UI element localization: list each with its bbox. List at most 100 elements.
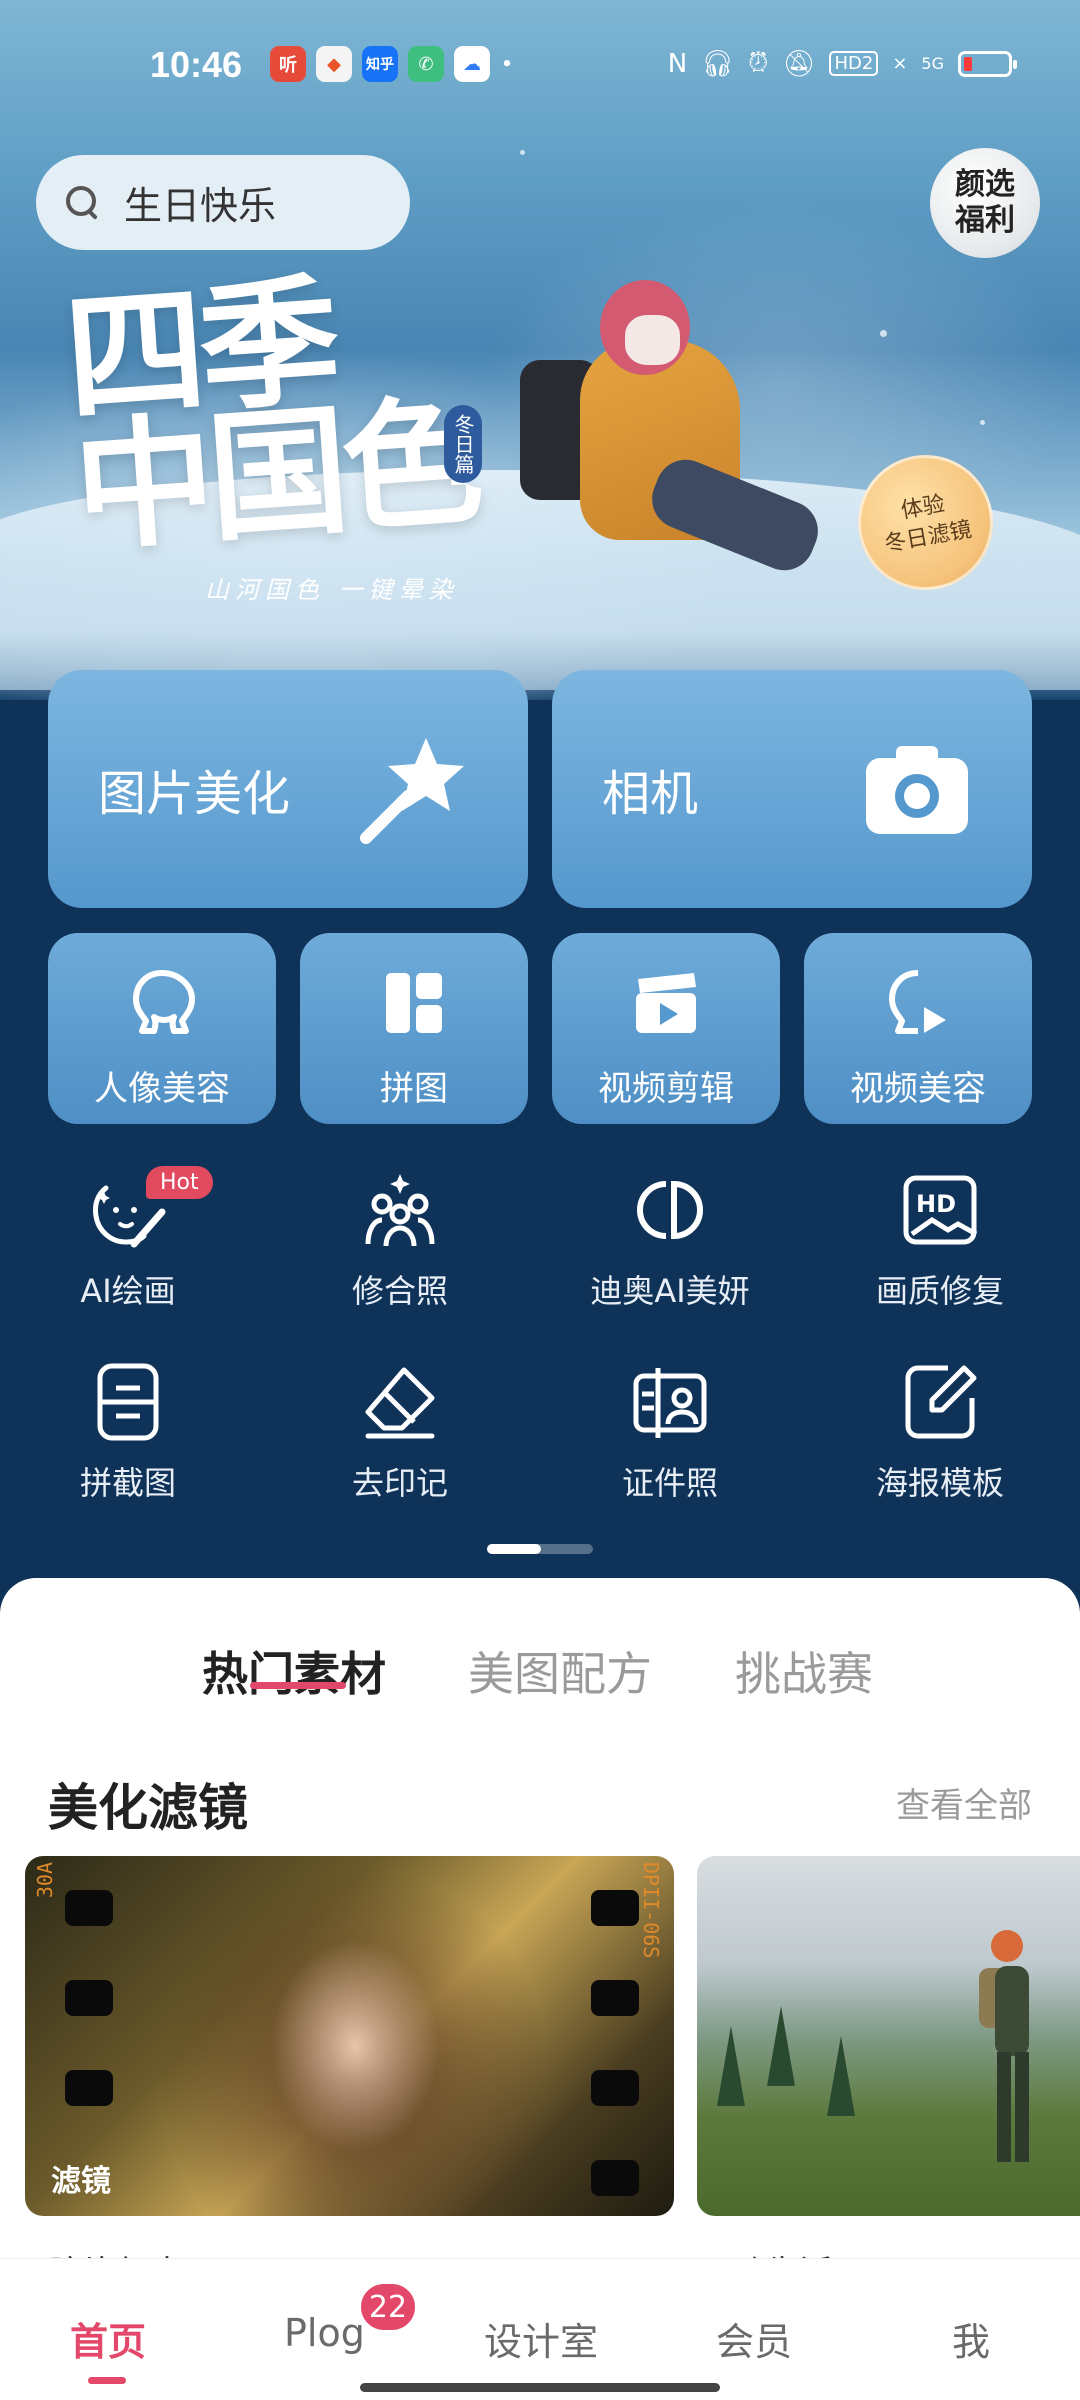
filter-card-film[interactable]: 30A DPII-06S 滤镜: [25, 1856, 674, 2216]
film-hole: [591, 2070, 639, 2106]
tool-ai-paint[interactable]: AI绘画 Hot: [18, 1166, 238, 1312]
film-hole: [591, 1980, 639, 2016]
status-bar: 10:46 听 ◆ 知乎 ✆ ☁ • N 🎧︎ ⏰︎ 🔕︎ HD2 × 5G: [0, 40, 1080, 96]
tool-label: 海报模板: [875, 1464, 1004, 1502]
camera-icon: [862, 734, 972, 844]
game-app-icon: ◆: [316, 46, 352, 82]
tile-label: 视频美容: [850, 1069, 986, 1109]
tile-label: 图片美化: [98, 766, 291, 822]
dot-icon: •: [501, 53, 513, 75]
nav-me[interactable]: 我: [952, 2311, 990, 2366]
snowflake: [980, 420, 985, 425]
signal-off-icon: ×: [892, 53, 908, 74]
id-photo-icon: [633, 1368, 707, 1438]
phone-app-icon: ✆: [408, 46, 444, 82]
group-photo-icon: [365, 1174, 435, 1247]
tab-challenges[interactable]: 挑战赛: [735, 1638, 873, 1704]
video-beauty-button[interactable]: 视频美容: [804, 933, 1032, 1124]
view-all-link[interactable]: 查看全部: [896, 1778, 1032, 1827]
tool-poster-template[interactable]: 海报模板: [830, 1360, 1050, 1504]
tree-shape: [717, 2026, 745, 2106]
tool-remove-mark[interactable]: 去印记: [290, 1360, 510, 1504]
magic-wand-icon: [358, 734, 468, 844]
search-bar[interactable]: 生日快乐: [36, 155, 410, 250]
tool-label: 证件照: [621, 1464, 718, 1502]
hero-banner[interactable]: 四季 中国色 冬日篇 山河国色 一键晕染 体验 冬日滤镜: [0, 0, 1080, 700]
svg-text:HD: HD: [916, 1190, 956, 1218]
portrait-icon: [133, 970, 195, 1034]
tool-dior-beauty[interactable]: 迪奥AI美妍: [560, 1168, 780, 1312]
dior-cd-icon: [637, 1180, 703, 1240]
eraser-icon: [365, 1367, 435, 1439]
hero-title: 四季 中国色: [60, 259, 482, 572]
poster-edit-icon: [905, 1365, 977, 1439]
tile-label: 人像美容: [94, 1069, 230, 1109]
nav-home[interactable]: 首页: [70, 2311, 146, 2366]
tile-label: 视频剪辑: [598, 1069, 734, 1109]
video-clap-icon: [636, 973, 696, 1033]
tree-shape: [827, 2036, 855, 2116]
snowflake: [520, 150, 525, 155]
hd-voice-icon: HD2: [829, 51, 879, 76]
mute-bell-icon: 🔕︎: [782, 48, 816, 79]
network-5g-icon: 5G: [921, 54, 944, 73]
filter-card-outdoor[interactable]: [697, 1856, 1080, 2216]
alarm-icon: ⏰︎: [748, 48, 769, 78]
content-tabs: 热门素材 美图配方 挑战赛: [0, 1638, 1080, 1718]
tool-label: 拼截图: [79, 1464, 176, 1502]
collage-icon: [386, 973, 442, 1033]
tool-id-photo[interactable]: 证件照: [560, 1360, 780, 1504]
tool-screenshot-stitch[interactable]: 拼截图: [18, 1360, 238, 1504]
tool-label: 修合照: [351, 1272, 448, 1310]
bottom-nav: 首页 Plog 22 设计室 会员 我: [0, 2258, 1080, 2400]
zhihu-app-icon: 知乎: [362, 46, 398, 82]
collage-button[interactable]: 拼图: [300, 933, 528, 1124]
hero-subtitle: 山河国色 一键晕染: [205, 576, 459, 604]
tool-label: AI绘画: [80, 1272, 176, 1310]
hd-repair-icon: HD: [903, 1175, 978, 1245]
tile-label: 相机: [602, 766, 699, 822]
tab-photo-recipes[interactable]: 美图配方: [468, 1638, 652, 1704]
nav-design-studio[interactable]: 设计室: [484, 2311, 598, 2366]
film-edge-text: DPII-06S: [639, 1862, 663, 1959]
tile-label: 拼图: [380, 1069, 448, 1109]
headphones-icon: 🎧︎: [701, 48, 735, 79]
nav-active-indicator: [88, 2377, 126, 2384]
nfc-icon: N: [667, 48, 688, 79]
video-edit-button[interactable]: 视频剪辑: [552, 933, 780, 1124]
film-hole: [591, 1890, 639, 1926]
page-indicator: [487, 1544, 593, 1554]
film-hole: [65, 1890, 113, 1926]
tool-label: 去印记: [351, 1464, 448, 1502]
battery-icon: [958, 50, 1017, 77]
portrait-beauty-button[interactable]: 人像美容: [48, 933, 276, 1124]
promo-badge[interactable]: 颜选 福利: [930, 148, 1040, 258]
nav-plog[interactable]: Plog: [284, 2311, 365, 2355]
page-indicator-active: [487, 1544, 541, 1554]
tab-hot-materials[interactable]: 热门素材: [202, 1638, 386, 1704]
plog-badge: 22: [358, 2281, 418, 2333]
film-edge-text: 30A: [33, 1862, 57, 1899]
tab-underline: [250, 1682, 346, 1689]
baidu-pan-app-icon: ☁: [454, 46, 490, 82]
section-title: 美化滤镜: [48, 1779, 248, 1837]
tree-shape: [767, 2006, 795, 2086]
film-hole: [591, 2160, 639, 2196]
hero-person-image: [520, 260, 827, 620]
tool-label: 画质修复: [875, 1272, 1004, 1310]
home-indicator[interactable]: [360, 2383, 720, 2392]
screenshot-stitch-icon: [97, 1363, 159, 1441]
snowflake: [880, 330, 887, 337]
tool-hd-repair[interactable]: HD 画质修复: [830, 1168, 1050, 1312]
video-portrait-icon: [889, 970, 946, 1034]
filter-tag: 滤镜: [51, 2164, 111, 2199]
notification-app-icons: 听 ◆ 知乎 ✆ ☁ •: [270, 46, 514, 82]
hero-season-tag: 冬日篇: [444, 405, 482, 483]
tool-label: 迪奥AI美妍: [590, 1272, 750, 1310]
nav-membership[interactable]: 会员: [716, 2311, 792, 2366]
camera-button[interactable]: 相机: [552, 670, 1032, 908]
tool-group-photo[interactable]: 修合照: [290, 1168, 510, 1312]
hiker-figure: [979, 1930, 1029, 2162]
photo-beautify-button[interactable]: 图片美化: [48, 670, 528, 908]
ting-app-icon: 听: [270, 46, 306, 82]
